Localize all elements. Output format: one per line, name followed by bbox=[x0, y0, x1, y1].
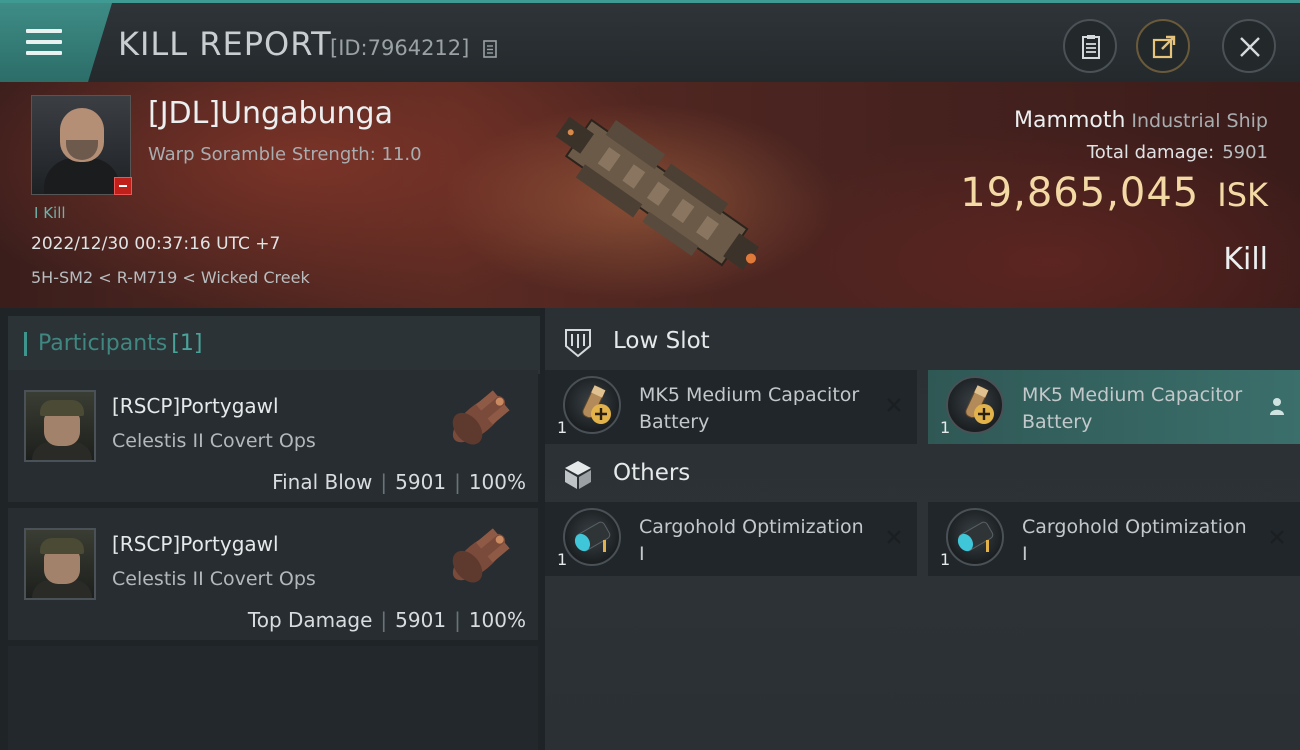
isk-value: 19,865,045 bbox=[960, 170, 1200, 216]
ship-type[interactable]: Mammoth Industrial Ship bbox=[1014, 108, 1268, 133]
total-damage: Total damage: 5901 bbox=[1087, 142, 1268, 163]
page-title: KILL REPORT bbox=[118, 25, 332, 63]
kill-count: I Kill bbox=[34, 204, 66, 222]
total-damage-label: Total damage: bbox=[1086, 142, 1215, 163]
low-slot-icon bbox=[565, 329, 591, 358]
kill-timestamp: 2022/12/30 00:37:16 UTC +7 bbox=[31, 234, 281, 254]
low-slot-title: Low Slot bbox=[613, 328, 710, 354]
participant-name: [RSCP]Portygawl bbox=[112, 394, 279, 418]
participant-damage: 5901 bbox=[395, 470, 447, 494]
item-quantity: 1 bbox=[940, 418, 951, 437]
participant-percent: 100% bbox=[468, 608, 526, 632]
participant-damage: 5901 bbox=[395, 608, 447, 632]
ship-name: Mammoth bbox=[1014, 108, 1126, 133]
others-title: Others bbox=[613, 460, 691, 486]
participants-panel: Participants [1] [RSCP]Portygawl Celestis… bbox=[0, 308, 540, 750]
menu-button[interactable] bbox=[0, 3, 112, 82]
cargo-box-icon bbox=[565, 461, 591, 489]
low-slot-header: Low Slot bbox=[545, 312, 1300, 370]
destroyed-icon bbox=[887, 398, 901, 412]
low-slot-item[interactable]: 1 MK5 Medium Capacitor Battery bbox=[545, 370, 917, 444]
total-damage-value: 5901 bbox=[1222, 142, 1268, 163]
destroyed-icon bbox=[1270, 530, 1284, 544]
participant-stats: Final Blow | 5901 | 100% bbox=[272, 470, 526, 494]
item-name: Cargohold Optimization I bbox=[1022, 516, 1247, 565]
participant-ship-image bbox=[452, 528, 510, 583]
items-panel: Low Slot 1 MK5 Medium Capacitor Battery … bbox=[545, 308, 1300, 750]
participant-ship: Celestis II Covert Ops bbox=[112, 568, 316, 590]
kill-result: Kill bbox=[1223, 242, 1268, 277]
hostile-status-icon bbox=[114, 177, 132, 195]
cargohold-optimization-icon bbox=[563, 508, 621, 566]
item-quantity: 1 bbox=[557, 550, 568, 569]
participant-avatar[interactable] bbox=[24, 528, 96, 600]
clipboard-button[interactable] bbox=[1063, 19, 1117, 73]
participant-ship: Celestis II Covert Ops bbox=[112, 430, 316, 452]
close-button[interactable] bbox=[1222, 19, 1276, 73]
isk-value-line: 19,865,045 ISK bbox=[960, 170, 1268, 216]
participants-title: Participants bbox=[38, 331, 168, 356]
ship-image bbox=[555, 116, 759, 270]
participant-row[interactable]: [RSCP]Portygawl Celestis II Covert Ops F… bbox=[8, 370, 538, 502]
others-item[interactable]: 1 Cargohold Optimization I bbox=[928, 502, 1300, 576]
participant-row[interactable]: [RSCP]Portygawl Celestis II Covert Ops T… bbox=[8, 508, 538, 640]
item-name: MK5 Medium Capacitor Battery bbox=[1022, 384, 1243, 433]
others-item[interactable]: 1 Cargohold Optimization I bbox=[545, 502, 917, 576]
item-name: MK5 Medium Capacitor Battery bbox=[639, 384, 860, 433]
participant-avatar[interactable] bbox=[24, 390, 96, 462]
warp-scramble-strength: Warp Soramble Strength: 11.0 bbox=[148, 144, 422, 165]
participant-percent: 100% bbox=[468, 470, 526, 494]
item-quantity: 1 bbox=[940, 550, 951, 569]
participant-ship-image bbox=[452, 390, 510, 445]
participant-stats: Top Damage | 5901 | 100% bbox=[247, 608, 526, 632]
participant-role: Top Damage bbox=[247, 608, 373, 632]
low-slot-item[interactable]: 1 MK5 Medium Capacitor Battery bbox=[928, 370, 1300, 444]
ship-class: Industrial Ship bbox=[1131, 110, 1268, 132]
clipboard-icon bbox=[1082, 35, 1100, 59]
participant-role: Final Blow bbox=[272, 470, 373, 494]
menu-icon bbox=[26, 29, 62, 57]
close-icon bbox=[1240, 37, 1260, 57]
capacitor-battery-icon bbox=[563, 376, 621, 434]
victim-name[interactable]: [JDL]Ungabunga bbox=[148, 96, 393, 131]
top-bar: KILL REPORT [ID:7964212] bbox=[0, 0, 1300, 82]
participants-header: Participants [1] bbox=[8, 316, 540, 374]
kill-summary-banner: [JDL]Ungabunga Warp Soramble Strength: 1… bbox=[0, 82, 1300, 308]
item-quantity: 1 bbox=[557, 418, 568, 437]
destroyed-icon bbox=[887, 530, 901, 544]
cargohold-optimization-icon bbox=[946, 508, 1004, 566]
participants-count: [1] bbox=[171, 331, 203, 356]
copy-icon[interactable] bbox=[483, 40, 497, 58]
item-name: Cargohold Optimization I bbox=[639, 516, 864, 565]
kill-location[interactable]: 5H-SM2 < R-M719 < Wicked Creek bbox=[31, 268, 310, 287]
isk-unit: ISK bbox=[1217, 176, 1268, 214]
person-icon bbox=[1270, 398, 1284, 415]
share-button[interactable] bbox=[1136, 19, 1190, 73]
report-id: [ID:7964212] bbox=[330, 36, 470, 60]
share-icon bbox=[1152, 35, 1176, 59]
capacitor-battery-icon bbox=[946, 376, 1004, 434]
others-header: Others bbox=[545, 444, 1300, 502]
participants-empty-area bbox=[8, 646, 538, 750]
participant-name: [RSCP]Portygawl bbox=[112, 532, 279, 556]
